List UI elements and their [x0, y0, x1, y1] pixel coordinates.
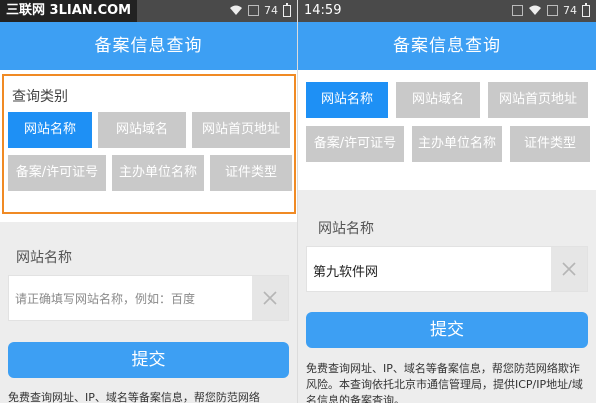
category-section: 查询类别 网站名称 网站域名 网站首页地址 备案/许可证号 主办单位名称 证件类… [0, 70, 297, 222]
category-chip-id-type[interactable]: 证件类型 [510, 126, 590, 162]
signal-icon [248, 5, 259, 16]
submit-button[interactable]: 提交 [306, 312, 588, 348]
category-chip-domain[interactable]: 网站域名 [396, 82, 480, 118]
field-label: 网站名称 [318, 221, 374, 237]
site-name-field [306, 246, 588, 293]
category-chip-site-name[interactable]: 网站名称 [8, 112, 92, 148]
category-label: 查询类别 [12, 89, 68, 105]
category-chip-organizer[interactable]: 主办单位名称 [412, 126, 502, 162]
description-text: 免费查询网址、IP、域名等备案信息，帮您防范网络 [8, 391, 260, 403]
battery-icon [283, 2, 291, 17]
wifi-icon [230, 5, 242, 15]
category-chip-homepage[interactable]: 网站首页地址 [488, 82, 588, 118]
status-icons: 74 [229, 2, 291, 17]
sim-icon [547, 5, 558, 16]
category-chip-domain[interactable]: 网站域名 [98, 112, 186, 148]
category-grid: 网站名称 网站域名 网站首页地址 备案/许可证号 主办单位名称 证件类型 [306, 82, 592, 162]
category-chip-site-name[interactable]: 网站名称 [306, 82, 388, 118]
clear-button[interactable] [252, 276, 288, 320]
clear-button[interactable] [551, 247, 587, 291]
status-bar: 三联网 3LIAN.COM 74 [0, 0, 297, 22]
left-phone-screen: 三联网 3LIAN.COM 74 备案信息查询 查询类别 网站名称 网站域名 网… [0, 0, 298, 403]
category-chip-organizer[interactable]: 主办单位名称 [112, 155, 204, 191]
submit-button[interactable]: 提交 [8, 342, 289, 378]
status-icons: 74 [512, 2, 590, 17]
close-icon [562, 262, 576, 276]
right-phone-screen: 14:59 74 备案信息查询 网站名称 网站域名 网站首页地址 备案/许可证号… [298, 0, 596, 403]
category-chip-id-type[interactable]: 证件类型 [210, 155, 292, 191]
signal-icon [512, 5, 523, 16]
status-time: 14:59 [304, 3, 342, 18]
site-name-input[interactable] [13, 276, 237, 322]
site-name-input[interactable] [311, 247, 535, 293]
category-chip-license-no[interactable]: 备案/许可证号 [8, 155, 106, 191]
category-chip-homepage[interactable]: 网站首页地址 [192, 112, 290, 148]
description-text: 免费查询网址、IP、域名等备案信息，帮您防范网络欺诈风险。本查询依托北京市通信管… [306, 362, 583, 403]
wifi-icon [529, 5, 541, 15]
category-grid: 网站名称 网站域名 网站首页地址 备案/许可证号 主办单位名称 证件类型 [8, 112, 292, 191]
site-name-field [8, 275, 289, 322]
category-chip-license-no[interactable]: 备案/许可证号 [306, 126, 404, 162]
page-title: 备案信息查询 [0, 22, 297, 70]
watermark-logo: 三联网 3LIAN.COM [0, 0, 138, 22]
close-icon [263, 291, 277, 305]
battery-icon [582, 2, 590, 17]
battery-level: 74 [563, 4, 577, 17]
field-label: 网站名称 [16, 250, 72, 266]
battery-level: 74 [264, 4, 278, 17]
page-title: 备案信息查询 [298, 22, 596, 70]
status-bar: 14:59 74 [298, 0, 596, 22]
category-section: 网站名称 网站域名 网站首页地址 备案/许可证号 主办单位名称 证件类型 [298, 70, 596, 190]
